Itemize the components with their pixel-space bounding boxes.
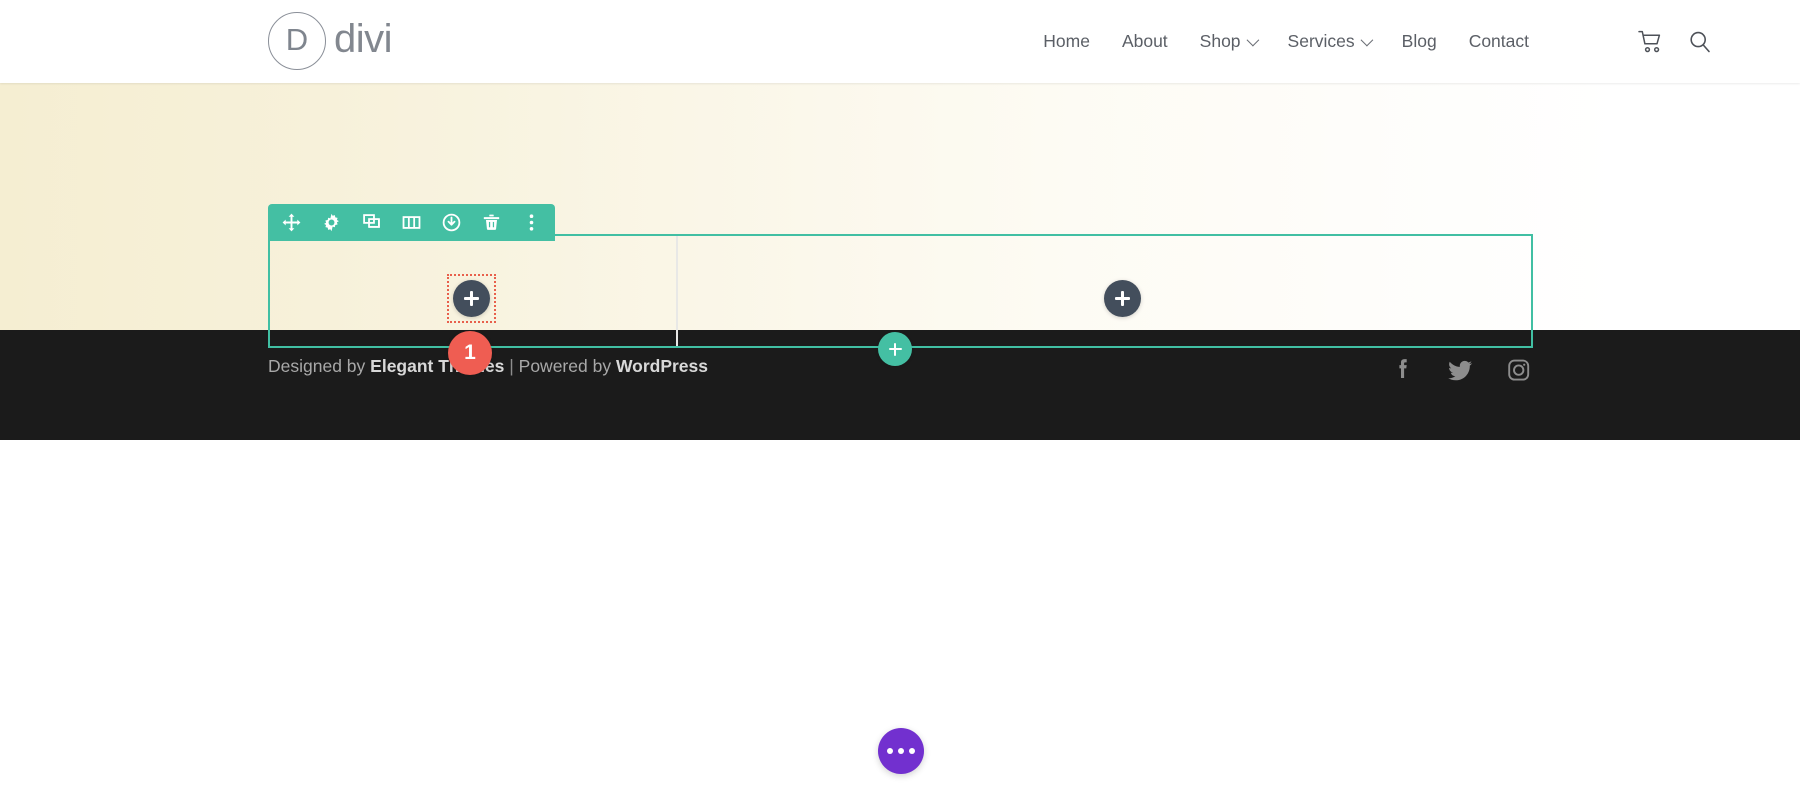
footer-social-group xyxy=(1392,356,1532,384)
save-to-library-icon[interactable] xyxy=(441,212,462,233)
column-structure-icon[interactable] xyxy=(401,212,422,233)
nav-item-about[interactable]: About xyxy=(1106,31,1184,52)
nav-label: About xyxy=(1121,31,1168,51)
plus-icon xyxy=(893,342,897,356)
gear-icon[interactable] xyxy=(321,212,342,233)
divi-logo-text: divi xyxy=(334,17,393,61)
nav-label: Contact xyxy=(1468,31,1529,51)
footer-credit-middle: Powered by xyxy=(518,356,616,376)
divi-logo[interactable]: D divi xyxy=(268,12,393,70)
instagram-icon[interactable] xyxy=(1506,356,1532,384)
twitter-icon[interactable] xyxy=(1447,356,1473,384)
row-count-badge: 1 xyxy=(448,331,492,375)
more-options-icon[interactable] xyxy=(521,212,542,233)
add-module-button-right[interactable] xyxy=(1104,280,1141,317)
plus-icon xyxy=(470,291,473,306)
nav-label: Home xyxy=(1043,31,1090,51)
dot-icon xyxy=(909,748,915,754)
plus-icon xyxy=(1121,291,1124,306)
footer-credit-separator: | xyxy=(504,356,519,376)
chevron-down-icon xyxy=(1246,33,1259,47)
nav-item-shop[interactable]: Shop xyxy=(1184,31,1272,52)
nav-item-blog[interactable]: Blog xyxy=(1386,31,1453,52)
header-icon-group xyxy=(1638,0,1712,83)
search-icon[interactable] xyxy=(1688,30,1712,54)
facebook-icon[interactable] xyxy=(1392,356,1414,384)
nav-item-home[interactable]: Home xyxy=(1027,31,1106,52)
footer-credit-prefix: Designed by xyxy=(268,356,371,376)
divi-builder-fab[interactable] xyxy=(878,728,924,774)
nav-label: Blog xyxy=(1401,31,1437,51)
site-header: D divi Home About Shop Services Blog Con… xyxy=(0,0,1800,83)
column-divider xyxy=(676,236,678,346)
nav-item-services[interactable]: Services xyxy=(1272,31,1386,52)
dot-icon xyxy=(898,748,904,754)
chevron-down-icon xyxy=(1360,33,1373,47)
trash-icon[interactable] xyxy=(481,212,502,233)
divi-logo-mark: D xyxy=(268,12,326,70)
duplicate-icon[interactable] xyxy=(361,212,382,233)
nav-label: Services xyxy=(1287,31,1355,51)
primary-navigation: Home About Shop Services Blog Contact xyxy=(1027,0,1545,83)
move-row-icon[interactable] xyxy=(281,212,302,233)
dot-icon xyxy=(887,748,893,754)
nav-item-contact[interactable]: Contact xyxy=(1453,31,1545,52)
row-settings-toolbar xyxy=(268,204,555,241)
nav-label: Shop xyxy=(1199,31,1241,51)
hero-builder-section: 1 xyxy=(0,83,1800,375)
cart-icon[interactable] xyxy=(1638,30,1664,54)
add-row-button[interactable] xyxy=(878,332,912,366)
footer-credit-platform[interactable]: WordPress xyxy=(616,356,708,376)
add-module-button-left[interactable] xyxy=(453,280,490,317)
